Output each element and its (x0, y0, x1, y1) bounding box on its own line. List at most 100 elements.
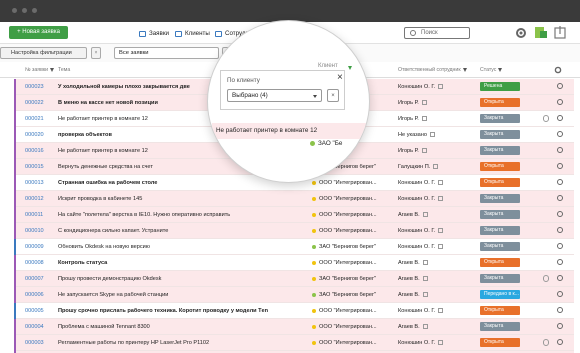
request-id-link[interactable]: 000011 (25, 212, 43, 218)
request-assignee[interactable]: Конюшин О. Г. (398, 228, 458, 234)
status-badge[interactable]: Закрыта (480, 226, 520, 235)
edit-icon[interactable] (433, 164, 439, 170)
table-row[interactable]: 000011 На сайте "полетела" верстка в IE10… (14, 207, 574, 223)
view-icon[interactable] (557, 275, 563, 281)
status-badge[interactable]: Открыта (480, 162, 520, 171)
request-assignee[interactable]: Конюшин О. Г. (398, 308, 458, 314)
table-row[interactable]: 000006 Не запускается Skype на рабочей ст… (14, 287, 574, 303)
edit-icon[interactable] (438, 196, 444, 202)
request-assignee[interactable]: Агаев В. (398, 260, 458, 266)
request-assignee[interactable]: Игорь Р. (398, 148, 458, 154)
request-id-link[interactable]: 000003 (25, 340, 44, 346)
view-icon[interactable] (557, 83, 563, 89)
status-badge[interactable]: Открыта (480, 338, 520, 347)
request-assignee[interactable]: Агаев В. (398, 276, 458, 282)
request-id-link[interactable]: 000020 (25, 132, 44, 138)
request-id-link[interactable]: 000008 (25, 260, 44, 266)
table-row[interactable]: 000010 С кондиционера сильно капает. Устр… (14, 223, 574, 239)
request-client[interactable]: ЗАО "Бернигов берег" (312, 276, 394, 282)
request-id-link[interactable]: 000012 (25, 196, 44, 202)
table-row[interactable]: 000012 Искрит проводка в кабинете 145 ООО … (14, 191, 574, 207)
request-id-link[interactable]: 000023 (25, 84, 44, 90)
edit-icon[interactable] (421, 148, 427, 154)
edit-icon[interactable] (422, 324, 428, 330)
filter-icon[interactable] (498, 68, 503, 72)
request-topic-link[interactable]: Регламентные работы по принтеру HP Laser… (58, 340, 318, 346)
request-id-link[interactable]: 000013 (25, 180, 44, 186)
edit-icon[interactable] (438, 244, 444, 250)
view-icon[interactable] (557, 211, 563, 217)
view-icon[interactable] (557, 291, 563, 297)
status-badge[interactable]: Передано в к... (480, 290, 520, 299)
user-icon[interactable] (534, 26, 548, 39)
status-badge[interactable]: Открыта (480, 178, 520, 187)
request-client[interactable]: ЗАО "Бернигов берег" (312, 244, 394, 250)
request-assignee[interactable]: Игорь Р. (398, 100, 458, 106)
request-id-link[interactable]: 000006 (25, 292, 44, 298)
status-badge[interactable]: Закрыта (480, 242, 520, 251)
status-badge[interactable]: Решена (480, 82, 520, 91)
table-row[interactable]: 000003 Регламентные работы по принтеру HP… (14, 335, 574, 351)
columns-settings-icon[interactable] (554, 66, 562, 74)
view-select[interactable]: Все заявки (114, 47, 219, 59)
status-badge[interactable]: Закрыта (480, 130, 520, 139)
table-row[interactable]: 000005 Прошу срочно прислать рабочего тех… (14, 303, 574, 319)
window-close-dot[interactable] (12, 8, 17, 13)
edit-icon[interactable] (438, 84, 444, 90)
col-topic-header[interactable]: Тема (58, 67, 70, 73)
client-filter-icon[interactable] (348, 66, 352, 70)
request-client[interactable]: ООО "Интегрирован... (312, 212, 394, 218)
view-icon[interactable] (557, 259, 563, 265)
request-assignee[interactable]: Конюшин О. Г. (398, 196, 458, 202)
request-assignee[interactable]: Агаев В. (398, 292, 458, 298)
filter-icon[interactable] (462, 68, 467, 72)
search-input[interactable]: Поиск (404, 27, 470, 39)
client-filter-clear-button[interactable]: × (327, 89, 339, 102)
filter-settings-button[interactable]: Настройка фильтрации (0, 47, 87, 59)
request-topic-link[interactable]: С кондиционера сильно капает. Устраните (58, 228, 318, 234)
request-id-link[interactable]: 000004 (25, 324, 44, 330)
table-row[interactable]: 000004 Проблема с машиной Tennant 8300 ООО… (14, 319, 574, 335)
window-minimize-dot[interactable] (22, 8, 27, 13)
status-badge[interactable]: Закрыта (480, 194, 520, 203)
window-maximize-dot[interactable] (32, 8, 37, 13)
filter-reset-button[interactable]: × (91, 47, 101, 59)
request-client[interactable]: ООО "Интегрирован... (312, 308, 394, 314)
col-user-header[interactable]: Ответственный сотрудник (398, 67, 467, 73)
view-icon[interactable] (557, 339, 563, 345)
edit-icon[interactable] (422, 260, 428, 266)
table-row[interactable]: 000008 Контроль статуса ООО "Интегрирован.… (14, 255, 574, 271)
request-id-link[interactable]: 000022 (25, 100, 44, 106)
request-assignee[interactable]: Конюшин О. Г. (398, 244, 458, 250)
new-request-button[interactable]: + Новая заявка (9, 26, 68, 39)
request-id-link[interactable]: 000007 (25, 276, 44, 282)
status-badge[interactable]: Открыта (480, 258, 520, 267)
request-client[interactable]: ООО "Интегрирован... (312, 180, 394, 186)
request-topic-link[interactable]: Прошу провести демонстрацию Okdesk (58, 276, 318, 282)
table-row[interactable]: 000007 Прошу провести демонстрацию Okdesk… (14, 271, 574, 287)
status-badge[interactable]: Закрыта (480, 210, 520, 219)
edit-icon[interactable] (438, 340, 444, 346)
view-icon[interactable] (557, 227, 563, 233)
request-id-link[interactable]: 000016 (25, 148, 44, 154)
request-topic-link[interactable]: Проблема с машиной Tennant 8300 (58, 324, 318, 330)
status-badge[interactable]: Открыта (480, 98, 520, 107)
edit-icon[interactable] (422, 212, 428, 218)
edit-icon[interactable] (422, 292, 428, 298)
status-badge[interactable]: Закрыта (480, 114, 520, 123)
export-icon[interactable] (554, 26, 566, 39)
table-row[interactable]: 000009 Обновить Okdesk на новую версию ЗАО… (14, 239, 574, 255)
request-assignee[interactable]: Игорь Р. (398, 116, 458, 122)
client-filter-select[interactable]: Выбрано (4) (227, 89, 322, 102)
view-icon[interactable] (557, 115, 563, 121)
status-badge[interactable]: Закрыта (480, 322, 520, 331)
request-id-link[interactable]: 000015 (25, 164, 44, 170)
edit-icon[interactable] (438, 228, 444, 234)
request-id-link[interactable]: 000009 (25, 244, 44, 250)
view-icon[interactable] (557, 99, 563, 105)
request-assignee[interactable]: Конюшин О. Г. (398, 340, 458, 346)
request-topic-link[interactable]: Не запускается Skype на рабочей станции (58, 292, 318, 298)
request-topic-link[interactable]: На сайте "полетела" верстка в IE10. Нужн… (58, 212, 318, 218)
request-assignee[interactable]: Конюшин О. Г. (398, 84, 458, 90)
col-status-header[interactable]: Статус (480, 67, 503, 73)
